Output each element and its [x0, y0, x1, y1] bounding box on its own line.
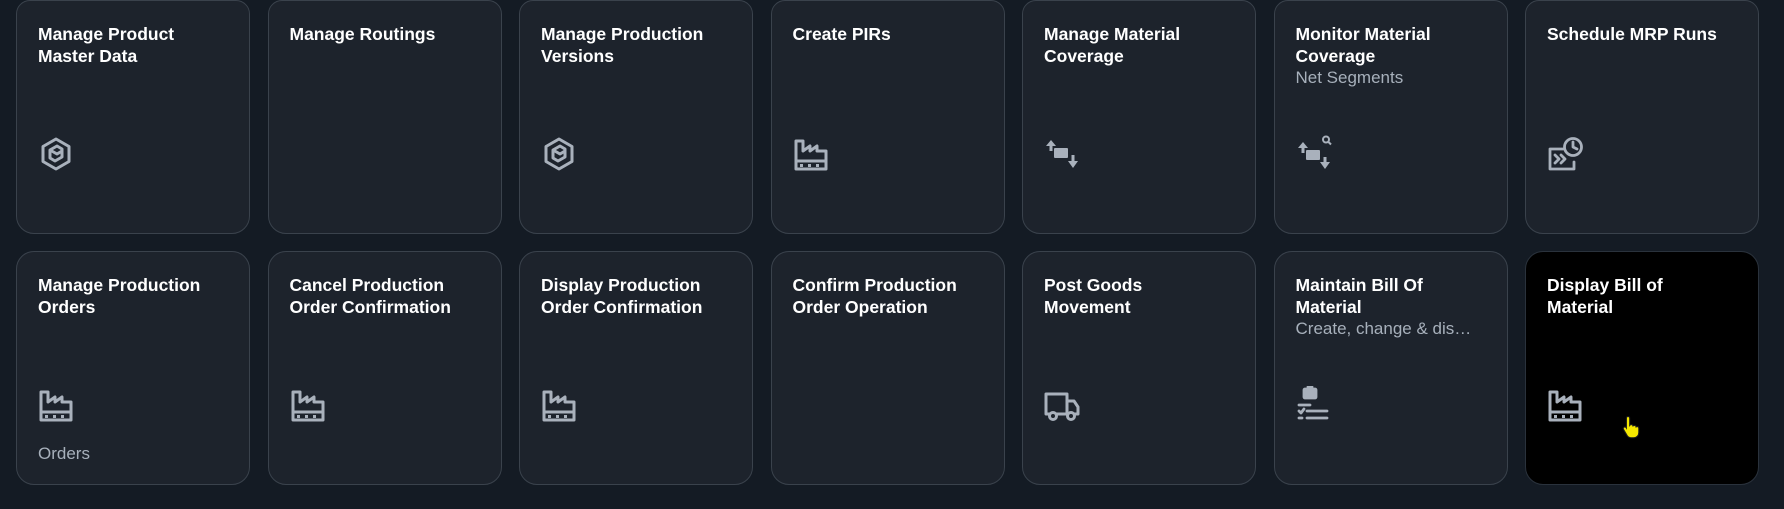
app-tile[interactable]: Monitor Material Coverage Net Segments	[1273, 0, 1508, 234]
factory-icon	[289, 386, 327, 424]
tile-title: Cancel Production Order Confirmation	[289, 275, 451, 317]
material-coverage-icon	[1043, 135, 1081, 173]
factory-icon	[792, 135, 830, 173]
tile-footer: Orders	[38, 444, 90, 463]
factory-icon	[37, 386, 75, 424]
app-tile[interactable]: Manage Product Master Data	[16, 0, 250, 234]
tile-title: Display Production Order Confirmation	[541, 275, 703, 317]
tile-subtitle: Net Segments	[1295, 68, 1404, 87]
tile-title: Maintain Bill Of Material	[1295, 275, 1423, 317]
app-tile[interactable]: Manage Routings	[267, 0, 502, 234]
bill-of-material-icon	[1295, 386, 1333, 424]
app-tile[interactable]: Create PIRs	[770, 0, 1005, 234]
material-coverage-search-icon	[1295, 135, 1333, 173]
app-tile[interactable]: Manage Production Versions	[519, 0, 753, 234]
app-tile[interactable]: Schedule MRP Runs	[1525, 0, 1759, 234]
tile-title: Manage Routings	[289, 24, 436, 44]
tile-title: Schedule MRP Runs	[1547, 24, 1717, 44]
tile-title: Post Goods Movement	[1044, 275, 1143, 317]
shipping-truck-icon	[1043, 386, 1081, 424]
app-tile[interactable]: Manage Production Orders Orders	[16, 251, 250, 485]
app-tile[interactable]: Display Production Order Confirmation	[519, 251, 753, 485]
factory-icon	[1546, 386, 1584, 424]
app-tile[interactable]: Confirm Production Order Operation	[770, 251, 1005, 485]
app-tile[interactable]: Display Bill of Material	[1525, 251, 1759, 485]
app-tile-grid: Manage Product Master Data Manage Routing…	[16, 0, 1759, 485]
tile-title: Create PIRs	[792, 24, 891, 44]
factory-icon	[540, 386, 578, 424]
app-tile[interactable]: Cancel Production Order Confirmation	[267, 251, 502, 485]
app-tile[interactable]: Manage Material Coverage	[1022, 0, 1256, 234]
app-tile[interactable]: Post Goods Movement	[1022, 251, 1256, 485]
schedule-run-icon	[1546, 135, 1584, 173]
tile-title: Manage Material Coverage	[1044, 24, 1181, 66]
app-tile[interactable]: Maintain Bill Of Material Create, change …	[1273, 251, 1508, 485]
tile-title: Confirm Production Order Operation	[792, 275, 957, 317]
product-cube-icon	[37, 135, 75, 173]
tile-subtitle: Create, change & dis…	[1295, 319, 1472, 338]
tile-title: Manage Product Master Data	[38, 24, 175, 66]
tile-title: Display Bill of Material	[1547, 275, 1663, 317]
tile-title: Manage Production Versions	[541, 24, 704, 66]
tile-title: Manage Production Orders	[38, 275, 201, 317]
product-cube-icon	[540, 135, 578, 173]
tile-title: Monitor Material Coverage	[1295, 24, 1431, 66]
